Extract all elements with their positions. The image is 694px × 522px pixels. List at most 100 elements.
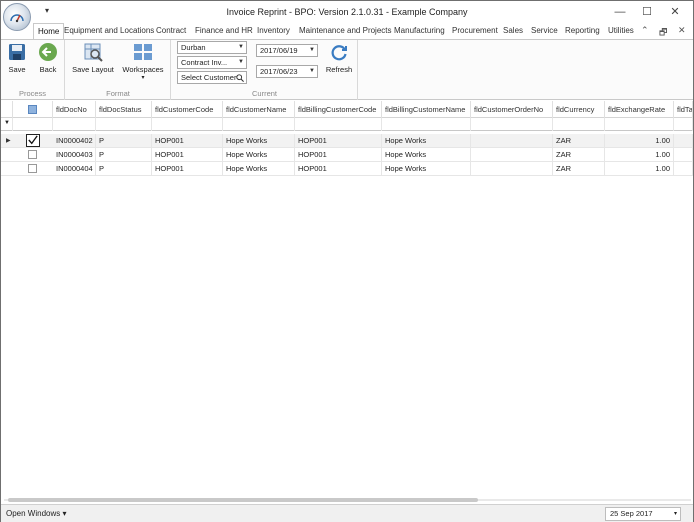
cell-customercode[interactable]: HOP001	[152, 162, 223, 176]
cell-currency[interactable]: ZAR	[553, 148, 605, 162]
tab-inventory[interactable]: Inventory	[257, 23, 290, 39]
cell-currency[interactable]: ZAR	[553, 162, 605, 176]
row-checkbox[interactable]	[28, 150, 37, 159]
filter-cell[interactable]	[152, 118, 223, 131]
workspaces-dropdown-arrow: ▾	[141, 75, 145, 81]
filter-cell[interactable]	[96, 118, 152, 131]
cell-exchangerate[interactable]: 1.00	[605, 148, 674, 162]
horizontal-scrollbar[interactable]	[4, 496, 691, 504]
site-dropdown[interactable]: Durban ▼	[177, 41, 247, 54]
cell-billingcustomercode[interactable]: HOP001	[295, 162, 382, 176]
column-header-customercode[interactable]: fldCustomerCode	[152, 101, 223, 118]
date-from-picker[interactable]: 2017/06/19 ▼	[256, 44, 318, 57]
cell-billingcustomername[interactable]: Hope Works	[382, 134, 471, 148]
header-select-all-cell	[13, 101, 53, 118]
table-row[interactable]: IN0000404 P HOP001 Hope Works HOP001 Hop…	[1, 162, 693, 176]
row-checkbox[interactable]	[26, 134, 40, 147]
cell-currency[interactable]: ZAR	[553, 134, 605, 148]
filter-cell[interactable]	[605, 118, 674, 131]
filter-cell[interactable]	[674, 118, 693, 131]
filter-cell[interactable]	[53, 118, 96, 131]
cell-customerorderno[interactable]	[471, 162, 553, 176]
filter-cell[interactable]	[223, 118, 295, 131]
row-checkbox[interactable]	[28, 164, 37, 173]
tab-procurement[interactable]: Procurement	[452, 23, 498, 39]
tab-equipment-and-locations[interactable]: Equipment and Locations	[64, 23, 154, 39]
filter-cell[interactable]	[553, 118, 605, 131]
cell-docno[interactable]: IN0000404	[53, 162, 96, 176]
close-child-icon[interactable]: ✕	[678, 25, 686, 36]
current-row-indicator-icon: ▶	[6, 138, 11, 144]
close-button[interactable]: ✕	[665, 4, 685, 20]
grid-filter-row: ▼	[1, 118, 693, 131]
chevron-down-icon: ▼	[309, 47, 315, 53]
cell-billingcustomername[interactable]: Hope Works	[382, 148, 471, 162]
cell-customername[interactable]: Hope Works	[223, 134, 295, 148]
filter-cell[interactable]	[382, 118, 471, 131]
tab-sales[interactable]: Sales	[503, 23, 523, 39]
back-button[interactable]: Back	[35, 42, 61, 74]
open-windows-button[interactable]: Open Windows ▾	[6, 509, 66, 518]
filter-cell[interactable]	[295, 118, 382, 131]
cell-customername[interactable]: Hope Works	[223, 162, 295, 176]
minimize-button[interactable]: —	[610, 4, 630, 20]
tab-home[interactable]: Home	[33, 23, 65, 40]
maximize-button[interactable]: ☐	[637, 4, 657, 20]
column-header-customername[interactable]: fldCustomerName	[223, 101, 295, 118]
workspaces-button[interactable]: Workspaces ▾	[120, 42, 166, 81]
site-value: Durban	[181, 43, 206, 52]
tab-utilities[interactable]: Utilities	[608, 23, 634, 39]
scrollbar-thumb[interactable]	[8, 498, 478, 502]
save-button[interactable]: Save	[4, 42, 30, 74]
cell-customerorderno[interactable]	[471, 134, 553, 148]
customer-search-field[interactable]: Select Customer	[177, 71, 247, 84]
collapse-ribbon-icon[interactable]: ⌃	[641, 25, 649, 36]
tab-finance-and-hr[interactable]: Finance and HR	[195, 23, 253, 39]
cell-customerorderno[interactable]	[471, 148, 553, 162]
tab-service[interactable]: Service	[531, 23, 558, 39]
cell-docno[interactable]: IN0000403	[53, 148, 96, 162]
column-header-ta[interactable]: fldTa	[674, 101, 693, 118]
cell-exchangerate[interactable]: 1.00	[605, 162, 674, 176]
column-header-docstatus[interactable]: fldDocStatus	[96, 101, 152, 118]
filter-cell[interactable]	[13, 118, 53, 131]
cell-docstatus[interactable]: P	[96, 134, 152, 148]
status-date-picker[interactable]: 25 Sep 2017 ▾	[605, 507, 681, 521]
cell-exchangerate[interactable]: 1.00	[605, 134, 674, 148]
column-header-exchangerate[interactable]: fldExchangeRate	[605, 101, 674, 118]
cell-billingcustomercode[interactable]: HOP001	[295, 148, 382, 162]
column-header-currency[interactable]: fldCurrency	[553, 101, 605, 118]
filter-cell[interactable]	[471, 118, 553, 131]
column-header-billingcustomername[interactable]: fldBillingCustomerName	[382, 101, 471, 118]
cell-ta[interactable]	[674, 134, 693, 148]
filter-icon: ▼	[4, 120, 10, 126]
cell-billingcustomercode[interactable]: HOP001	[295, 134, 382, 148]
cell-docno[interactable]: IN0000402	[53, 134, 96, 148]
cell-customername[interactable]: Hope Works	[223, 148, 295, 162]
tab-manufacturing[interactable]: Manufacturing	[394, 23, 445, 39]
column-header-billingcustomercode[interactable]: fldBillingCustomerCode	[295, 101, 382, 118]
ribbon-group-format: Save Layout Workspaces ▾ Format	[66, 40, 171, 100]
cell-docstatus[interactable]: P	[96, 162, 152, 176]
table-row[interactable]: ▶ IN0000402 P HOP001 Hope Works HOP001 H…	[1, 134, 693, 148]
cell-ta[interactable]	[674, 162, 693, 176]
tab-maintenance-and-projects[interactable]: Maintenance and Projects	[299, 23, 392, 39]
column-header-docno[interactable]: fldDocNo	[53, 101, 96, 118]
save-layout-icon	[84, 43, 103, 62]
cell-billingcustomername[interactable]: Hope Works	[382, 162, 471, 176]
cell-ta[interactable]	[674, 148, 693, 162]
app-logo-icon[interactable]	[3, 3, 31, 31]
table-row[interactable]: IN0000403 P HOP001 Hope Works HOP001 Hop…	[1, 148, 693, 162]
checkmark-icon	[28, 135, 38, 145]
tab-contract[interactable]: Contract	[156, 23, 186, 39]
contract-dropdown[interactable]: Contract Inv... ▼	[177, 56, 247, 69]
select-all-checkbox[interactable]	[28, 105, 37, 114]
cell-customercode[interactable]: HOP001	[152, 148, 223, 162]
cell-docstatus[interactable]: P	[96, 148, 152, 162]
date-to-picker[interactable]: 2017/06/23 ▼	[256, 65, 318, 78]
column-header-customerorderno[interactable]: fldCustomerOrderNo	[471, 101, 553, 118]
save-layout-button[interactable]: Save Layout	[70, 42, 116, 74]
tab-reporting[interactable]: Reporting	[565, 23, 600, 39]
cell-customercode[interactable]: HOP001	[152, 134, 223, 148]
refresh-button[interactable]: Refresh	[322, 42, 356, 74]
